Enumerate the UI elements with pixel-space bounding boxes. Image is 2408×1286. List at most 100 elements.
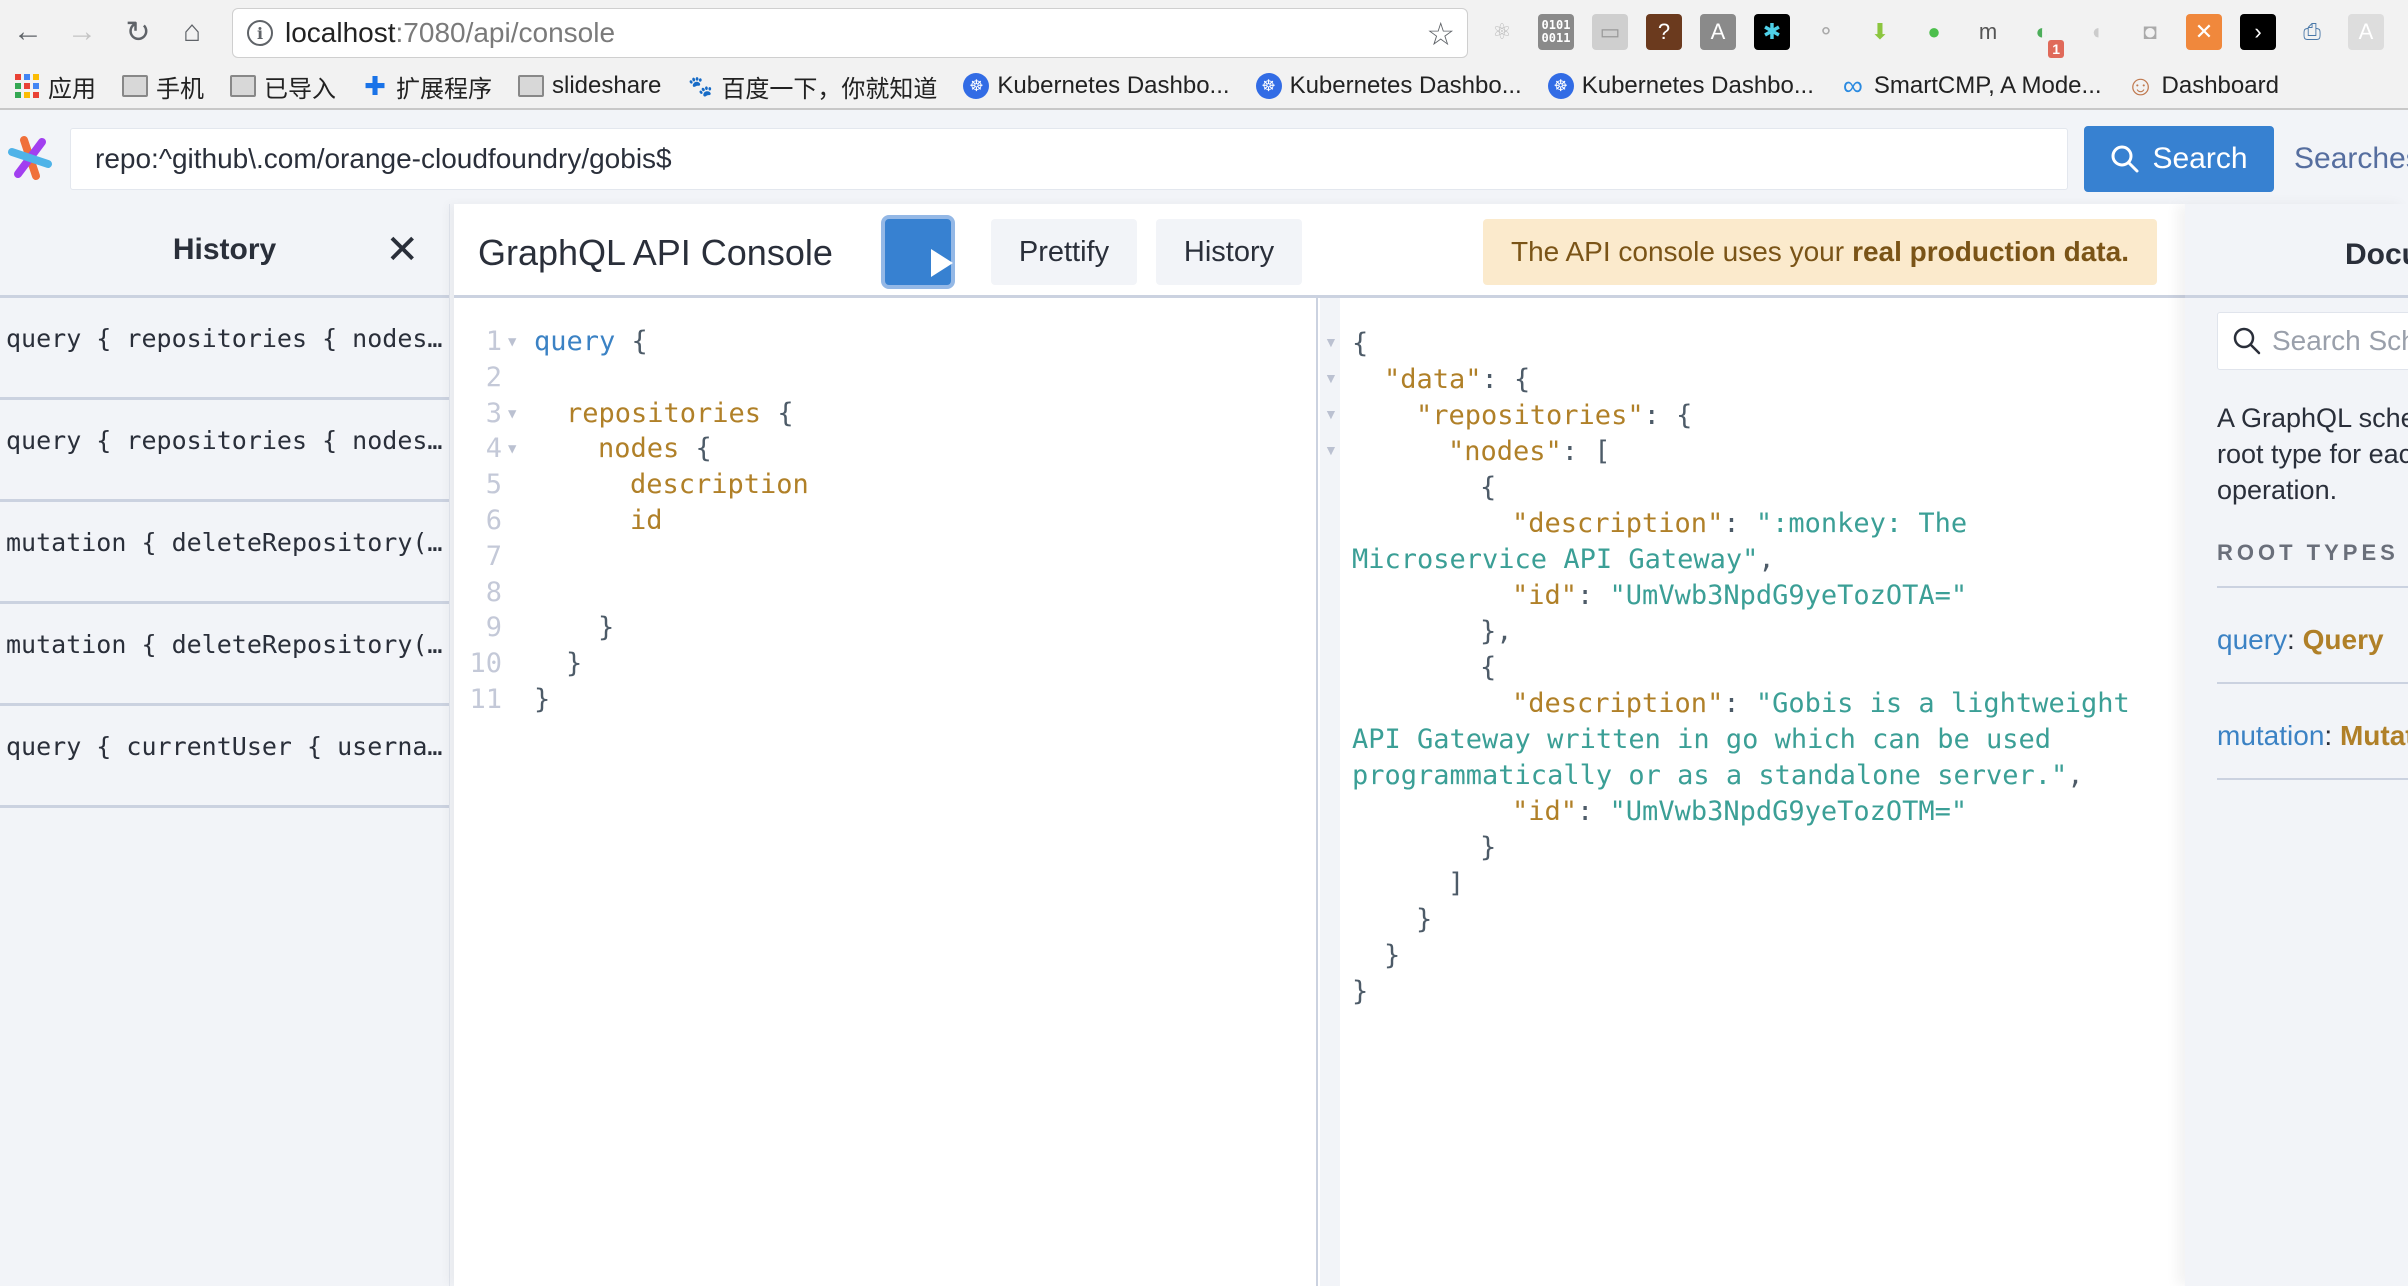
- history-entry[interactable]: mutation { deleteRepository(…: [0, 502, 449, 604]
- docs-search-input[interactable]: Search Schema...: [2217, 312, 2408, 370]
- code-arrow-icon[interactable]: ›: [2240, 14, 2276, 50]
- fold-arrow-icon[interactable]: ▼: [1324, 370, 1338, 386]
- root-type-mutation[interactable]: mutation: Mutation: [2217, 720, 2408, 752]
- download-arrow-icon[interactable]: ⬇: [1862, 14, 1898, 50]
- history-button[interactable]: History: [1156, 219, 1302, 285]
- result-line: "description": "Gobis is a lightweight A…: [1352, 686, 2175, 794]
- search-icon: [2233, 327, 2261, 355]
- close-icon[interactable]: ✕: [385, 230, 419, 270]
- result-line: "id": "UmVwb3NpdG9yeTozOTA=": [1352, 578, 2175, 614]
- code-line[interactable]: nodes {: [598, 433, 712, 464]
- bookmark-item[interactable]: slideshare: [518, 72, 661, 100]
- history-entry[interactable]: query { repositories { nodes…: [0, 400, 449, 502]
- query-editor[interactable]: 1 ▼ query {2 3 ▼ repositories {4 ▼ nodes {5 desc…: [454, 298, 1318, 1286]
- bookmark-item[interactable]: ☸ Kubernetes Dashbo...: [1547, 72, 1814, 100]
- code-line[interactable]: id: [630, 505, 663, 536]
- code-line[interactable]: }: [598, 612, 614, 643]
- run-query-button[interactable]: [881, 215, 955, 289]
- kubernetes-icon: ☸: [1255, 73, 1282, 99]
- binary-icon[interactable]: 0101 0011: [1538, 14, 1574, 50]
- url-path: :7080/api/console: [395, 17, 616, 48]
- green-orb-icon[interactable]: ●: [1916, 14, 1952, 50]
- forward-button[interactable]: →: [64, 14, 100, 50]
- url-text[interactable]: localhost:7080/api/console: [285, 17, 615, 49]
- angular-icon[interactable]: A: [1700, 14, 1736, 50]
- bookmark-star-icon[interactable]: ☆: [1426, 15, 1455, 53]
- back-button[interactable]: ←: [10, 14, 46, 50]
- root-type-type-link[interactable]: Mutation: [2340, 720, 2408, 751]
- angular-grey-icon[interactable]: A: [2348, 14, 2384, 50]
- code-line[interactable]: }: [534, 684, 550, 715]
- fold-arrow-icon[interactable]: ▼: [508, 334, 516, 350]
- code-line[interactable]: repositories {: [566, 398, 794, 429]
- json-token: "id": [1512, 580, 1578, 611]
- bookmarks-bar: 应用 手机 已导入 ✚ 扩展程序 slideshare 🐾 百度一下，你就知道 ☸ Kuberne…: [0, 64, 2408, 110]
- grey-leaf-icon[interactable]: ◖: [2078, 14, 2114, 50]
- bookmark-item[interactable]: ✚ 扩展程序: [362, 69, 492, 104]
- bookmark-label: 扩展程序: [396, 75, 492, 103]
- arrow-left-icon: ←: [13, 15, 43, 48]
- bookmark-item[interactable]: ☸ Kubernetes Dashbo...: [963, 72, 1230, 100]
- bookmark-item[interactable]: 已导入: [230, 69, 336, 104]
- json-token: ,: [2067, 760, 2084, 791]
- history-header: History ✕: [0, 204, 449, 298]
- search-query-input[interactable]: repo:^github\.com/orange-cloudfoundry/go…: [70, 128, 2068, 190]
- kubernetes-icon: ☸: [1547, 73, 1574, 99]
- fold-arrow-icon[interactable]: ▼: [1324, 406, 1338, 422]
- root-type-field-name[interactable]: query: [2217, 624, 2287, 655]
- fold-arrow-icon[interactable]: ▼: [1324, 334, 1338, 350]
- graph-nodes-icon[interactable]: ⚬: [1808, 14, 1844, 50]
- root-type-field-name[interactable]: mutation: [2217, 720, 2324, 751]
- fold-arrow-icon[interactable]: ▼: [1324, 442, 1338, 458]
- bookmark-item[interactable]: ∞ SmartCMP, A Mode...: [1840, 70, 2102, 101]
- prettify-button[interactable]: Prettify: [991, 219, 1137, 285]
- postman-icon[interactable]: ✕: [2186, 14, 2222, 50]
- play-icon: [931, 249, 953, 277]
- line-number: 6: [485, 505, 502, 536]
- bookmark-item[interactable]: 🐾 百度一下，你就知道: [687, 69, 937, 104]
- grid-shape: [15, 74, 39, 98]
- url-host: localhost: [285, 17, 396, 48]
- warning-bold-text: real production data.: [1852, 236, 2129, 267]
- bookmark-item[interactable]: 应用: [14, 69, 96, 104]
- bookmark-item[interactable]: 手机: [122, 69, 204, 104]
- history-entry[interactable]: mutation { deleteRepository(…: [0, 604, 449, 706]
- code-token: }: [598, 612, 615, 644]
- history-entry[interactable]: query { currentUser { userna…: [0, 706, 449, 808]
- address-bar[interactable]: i localhost:7080/api/console ☆: [232, 8, 1468, 58]
- reload-button[interactable]: ↻: [120, 14, 156, 50]
- root-type-type-link[interactable]: Query: [2303, 624, 2384, 655]
- docs-title: Documentation Explorer: [2345, 238, 2408, 271]
- fold-arrow-icon[interactable]: ▼: [508, 406, 516, 422]
- app-header: repo:^github\.com/orange-cloudfoundry/go…: [0, 112, 2408, 204]
- code-line[interactable]: }: [566, 648, 582, 679]
- code-token: description: [630, 469, 809, 501]
- searches-link[interactable]: Searches: [2294, 142, 2408, 176]
- search-button[interactable]: Search: [2084, 126, 2274, 192]
- pushbullet-icon[interactable]: ◐ 1: [2024, 14, 2064, 58]
- code-line[interactable]: query {: [534, 326, 648, 357]
- line-number: 2: [485, 361, 502, 393]
- asterisk-colorful-icon[interactable]: ✱: [1754, 14, 1790, 50]
- home-button[interactable]: ⌂: [174, 14, 210, 50]
- fold-arrow-icon[interactable]: ▼: [508, 441, 516, 457]
- result-line: "id": "UmVwb3NpdG9yeTozOTM=": [1352, 794, 2175, 830]
- m-letter-icon[interactable]: m: [1970, 14, 2006, 50]
- helm-wheel: ☸: [1255, 73, 1282, 99]
- printer-icon[interactable]: ⎙: [2294, 14, 2330, 50]
- docs-description: A GraphQL schema provides a root type fo…: [2217, 403, 2408, 505]
- folder-shape: [230, 75, 256, 97]
- bookmark-item[interactable]: ☺ Dashboard: [2126, 70, 2279, 101]
- react-devtools-icon[interactable]: ⚛: [1484, 14, 1520, 50]
- info-icon[interactable]: i: [247, 20, 273, 46]
- help-diamond-icon[interactable]: ?: [1646, 14, 1682, 50]
- code-line[interactable]: description: [630, 469, 809, 500]
- line-number: 8: [485, 576, 502, 608]
- monitor-icon[interactable]: ▭: [1592, 14, 1628, 50]
- bookmark-item[interactable]: ☸ Kubernetes Dashbo...: [1255, 72, 1522, 100]
- history-title: History: [172, 232, 277, 266]
- root-type-query[interactable]: query: Query: [2217, 624, 2384, 656]
- octocat-bubble-icon[interactable]: ◘: [2132, 14, 2168, 50]
- history-entry[interactable]: query { repositories { nodes…: [0, 298, 449, 400]
- sourcegraph-logo-icon[interactable]: [6, 134, 54, 182]
